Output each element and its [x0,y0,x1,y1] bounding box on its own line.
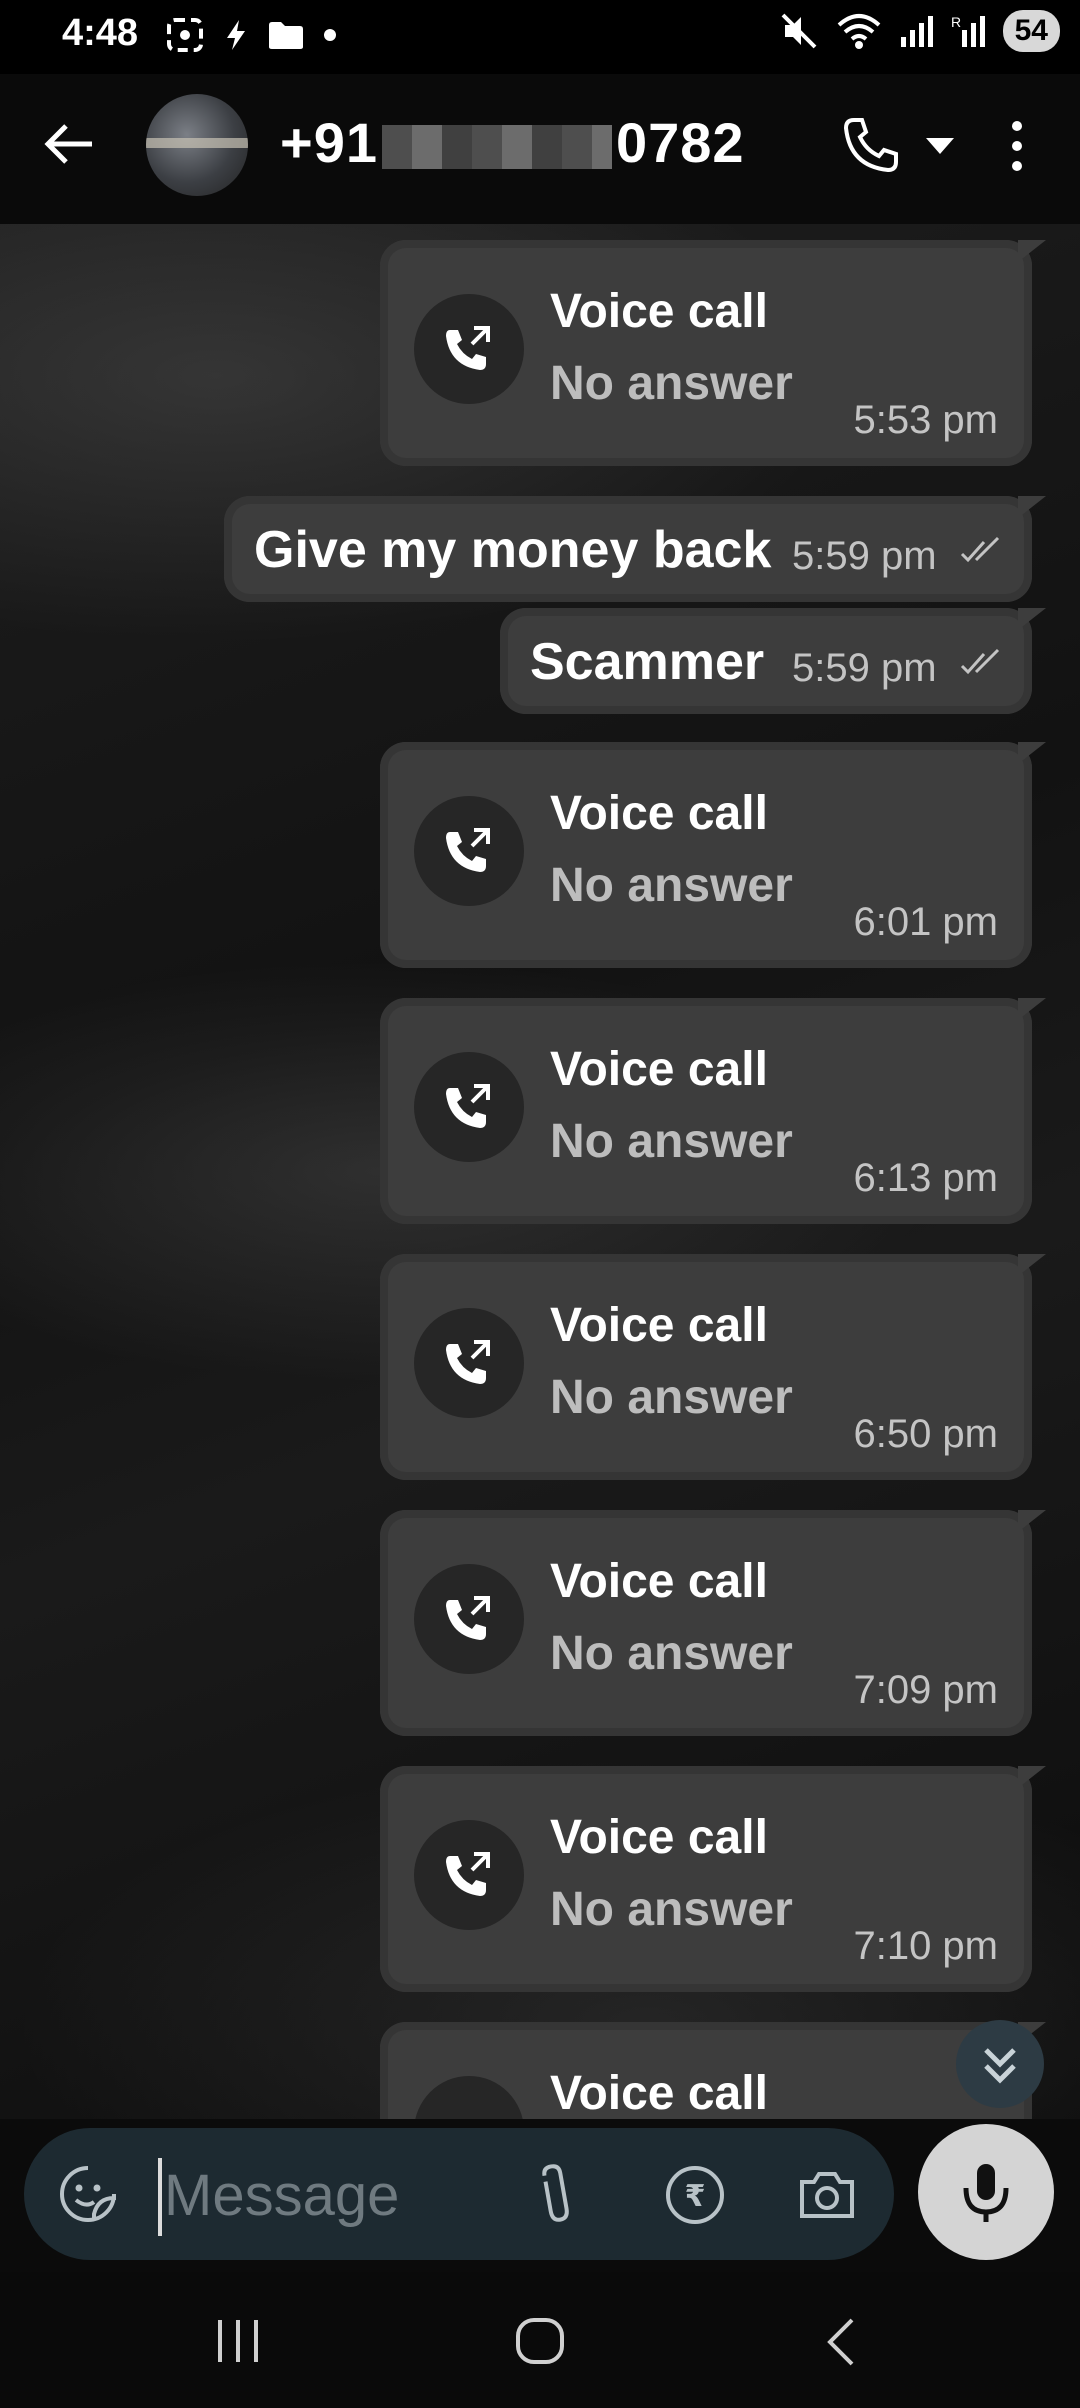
call-title: Voice call [550,1811,768,1864]
missed-call-icon [446,326,490,370]
read-receipt-icon [960,536,1000,563]
dot-icon [324,29,336,41]
text-message-bubble[interactable]: Scammer 5:59 pm [500,608,1046,714]
call-status: No answer [550,1371,793,1424]
back-arrow-icon[interactable] [38,112,102,176]
chat-header: +91 0782 [0,74,1080,224]
mute-icon [781,13,817,49]
screenshot-icon [167,18,203,52]
message-time: 7:09 pm [853,1668,998,1712]
call-log-bubble[interactable]: Voice call No answer 7:10 pm [380,1766,1046,1992]
status-time: 4:48 [62,12,139,54]
signal-r-icon: R [951,14,985,47]
signal-icon [900,16,933,47]
call-status: No answer [550,1115,793,1168]
attachment-icon[interactable] [534,2160,578,2230]
message-time: 6:01 pm [853,900,998,944]
emoji-sticker-icon[interactable] [58,2164,118,2224]
message-time: 6:13 pm [853,1156,998,1200]
text-message-bubble[interactable]: Give my money back 5:59 pm [224,496,1046,602]
call-icon-circle [414,1308,524,1418]
missed-call-icon [446,828,490,872]
message-text: Scammer [530,633,765,691]
call-icon-circle [414,1052,524,1162]
wifi-icon [837,14,880,49]
double-chevron-down-icon [984,2048,1016,2084]
message-time: 6:50 pm [853,1412,998,1456]
call-log-bubble[interactable]: Voice call [380,2022,1046,2119]
more-options-icon[interactable] [996,114,1038,178]
contact-number-prefix: +91 [280,111,378,174]
call-icon-circle [414,2076,524,2119]
call-icon-circle [414,796,524,906]
missed-call-icon [446,1596,490,1640]
call-status: No answer [550,357,793,410]
back-nav-icon[interactable] [820,2316,864,2368]
contact-name[interactable]: +91 0782 [280,110,745,175]
redacted-number [382,125,612,170]
svg-text:₹: ₹ [685,2179,706,2214]
call-icon-circle [414,1820,524,1930]
missed-call-icon [446,1084,490,1128]
call-log-bubble[interactable]: Voice call No answer 6:01 pm [380,742,1046,968]
call-status: No answer [550,859,793,912]
message-time: 5:53 pm [853,398,998,442]
system-navigation-bar [0,2272,1080,2408]
call-title: Voice call [550,1299,768,1352]
call-icon-circle [414,1564,524,1674]
svg-text:R: R [951,14,961,30]
contact-avatar[interactable] [146,94,248,196]
call-log-bubble[interactable]: Voice call No answer 7:09 pm [380,1510,1046,1736]
message-time: 7:10 pm [853,1924,998,1968]
call-options-dropdown-icon[interactable] [920,130,960,160]
call-icon-circle [414,294,524,404]
call-title: Voice call [550,787,768,840]
text-cursor [158,2158,162,2236]
call-log-bubble[interactable]: Voice call No answer 6:50 pm [380,1254,1046,1480]
call-title: Voice call [550,285,768,338]
call-title: Voice call [550,2067,768,2119]
microphone-icon [963,2164,1009,2222]
voice-message-button[interactable] [918,2124,1054,2260]
call-status: No answer [550,1627,793,1680]
message-time: 5:59 pm [792,534,937,578]
call-log-bubble[interactable]: Voice call No answer 5:53 pm [380,240,1046,466]
payment-rupee-icon[interactable]: ₹ [664,2164,726,2226]
camera-icon[interactable] [796,2166,858,2224]
status-bar: 4:48 R 54 [0,0,1080,74]
call-title: Voice call [550,1555,768,1608]
call-status: No answer [550,1883,793,1936]
message-input[interactable]: Message [164,2162,399,2229]
phone-call-icon[interactable] [840,114,902,176]
message-text: Give my money back [254,521,772,579]
call-title: Voice call [550,1043,768,1096]
missed-call-icon [446,1340,490,1384]
contact-number-suffix: 0782 [616,111,745,174]
bolt-icon [227,20,245,50]
battery-level: 54 [1002,10,1060,52]
message-composer[interactable]: Message ₹ [24,2128,894,2260]
scroll-to-bottom-button[interactable] [956,2020,1044,2108]
recent-apps-icon[interactable] [208,2316,268,2366]
call-log-bubble[interactable]: Voice call No answer 6:13 pm [380,998,1046,1224]
message-list[interactable]: Voice call No answer 5:53 pm Give my mon… [0,224,1080,2119]
folder-icon [269,22,303,49]
read-receipt-icon [960,648,1000,675]
missed-call-icon [446,1852,490,1896]
message-time: 5:59 pm [792,646,937,690]
home-icon[interactable] [510,2314,570,2368]
